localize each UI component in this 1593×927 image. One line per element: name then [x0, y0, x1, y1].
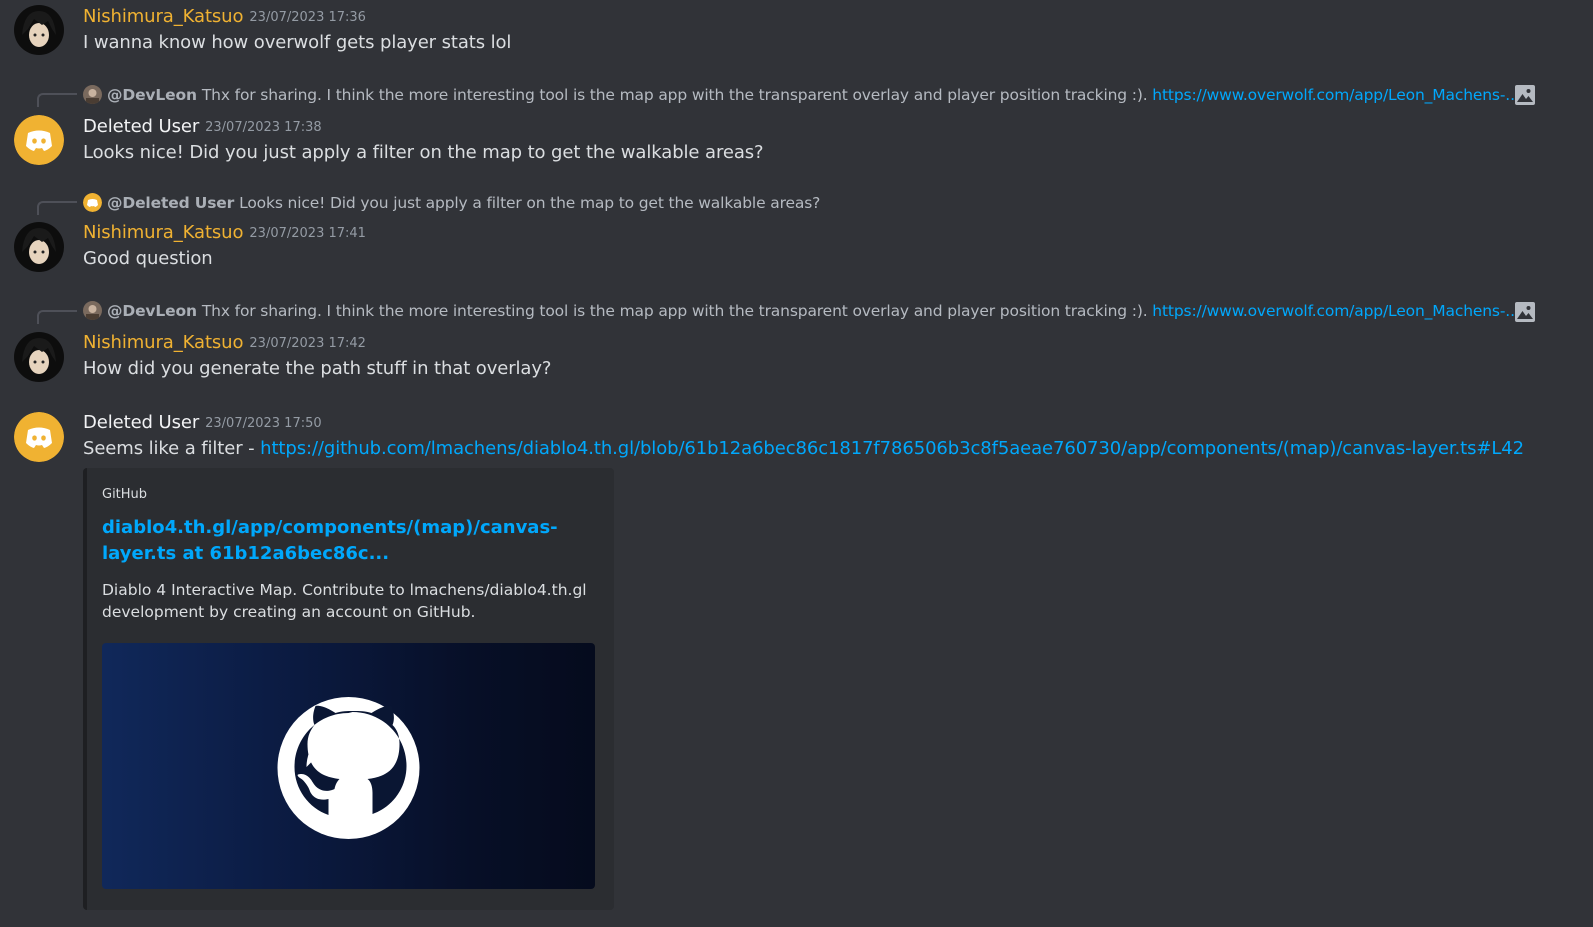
user-avatar[interactable]	[14, 332, 64, 382]
image-icon	[1514, 84, 1536, 106]
deleted-user-avatar[interactable]	[14, 412, 64, 462]
embed-title[interactable]: diablo4.th.gl/app/components/(map)/canva…	[102, 515, 592, 567]
github-logo-icon	[277, 697, 420, 839]
reply-mention[interactable]: @Deleted User	[107, 194, 234, 212]
message-text: I wanna know how overwolf gets player st…	[83, 32, 512, 53]
timestamp: 23/07/2023 17:38	[205, 120, 322, 135]
username[interactable]: Deleted User	[83, 412, 199, 433]
timestamp: 23/07/2023 17:42	[249, 336, 366, 351]
timestamp: 23/07/2023 17:50	[205, 416, 322, 431]
message-text: Good question	[83, 248, 213, 269]
embed-provider[interactable]: GitHub	[102, 487, 147, 502]
chat-messages: Nishimura_Katsuo 23/07/2023 17:36 I wanna…	[0, 0, 1593, 927]
message-text: How did you generate the path stuff in t…	[83, 358, 552, 379]
reply-avatar	[83, 301, 102, 320]
user-avatar[interactable]	[14, 222, 64, 272]
reply-mention[interactable]: @DevLeon	[107, 302, 197, 320]
reply-link[interactable]: https://www.overwolf.com/app/Leon_Machen…	[1152, 302, 1519, 320]
username[interactable]: Nishimura_Katsuo	[83, 222, 244, 243]
reply-spine	[37, 310, 77, 324]
link-embed: GitHub diablo4.th.gl/app/components/(map…	[83, 468, 614, 910]
image-icon	[1514, 301, 1536, 323]
deleted-user-avatar[interactable]	[14, 115, 64, 165]
reply-text: Thx for sharing. I think the more intere…	[201, 85, 1148, 104]
message-text-prefix: Seems like a filter -	[83, 438, 261, 459]
reply-text: Looks nice! Did you just apply a filter …	[239, 193, 821, 212]
reply-mention[interactable]: @DevLeon	[107, 86, 197, 104]
reply-preview[interactable]: @DevLeon Thx for sharing. I think the mo…	[83, 301, 1520, 320]
timestamp: 23/07/2023 17:36	[249, 10, 366, 25]
reply-preview[interactable]: @DevLeon Thx for sharing. I think the mo…	[83, 85, 1520, 104]
github-link[interactable]: https://github.com/lmachens/diablo4.th.g…	[260, 438, 1524, 459]
user-avatar[interactable]	[14, 5, 64, 55]
reply-preview[interactable]: @Deleted User Looks nice! Did you just a…	[83, 193, 820, 212]
reply-avatar	[83, 85, 102, 104]
message-text: Looks nice! Did you just apply a filter …	[83, 142, 764, 163]
username[interactable]: Nishimura_Katsuo	[83, 6, 244, 27]
timestamp: 23/07/2023 17:41	[249, 226, 366, 241]
reply-text: Thx for sharing. I think the more intere…	[201, 301, 1148, 320]
embed-image[interactable]	[102, 643, 595, 889]
username[interactable]: Deleted User	[83, 116, 199, 137]
reply-spine	[37, 201, 77, 215]
reply-avatar	[83, 193, 102, 212]
reply-spine	[37, 93, 77, 107]
username[interactable]: Nishimura_Katsuo	[83, 332, 244, 353]
message-text: Seems like a filter - https://github.com…	[83, 438, 1524, 459]
reply-link[interactable]: https://www.overwolf.com/app/Leon_Machen…	[1152, 86, 1519, 104]
embed-description: Diablo 4 Interactive Map. Contribute to …	[102, 581, 587, 621]
